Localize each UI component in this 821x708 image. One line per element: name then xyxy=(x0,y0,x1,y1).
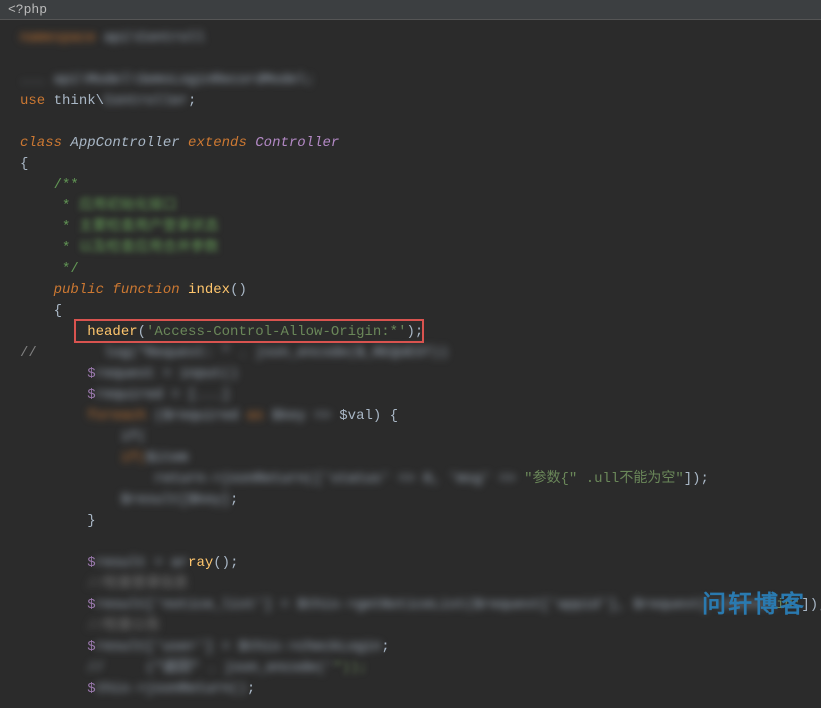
extends-keyword: extends xyxy=(188,135,247,151)
code-line: } xyxy=(20,511,801,532)
code-line: // ("返回" . json_encode('")); xyxy=(20,658,801,679)
watermark-text: 问轩博客 xyxy=(702,584,806,619)
code-line: ... api\Model\SemsLoginRecordModel; xyxy=(20,70,801,91)
namespace-keyword: namespace xyxy=(20,28,104,49)
code-line: $required = [...] xyxy=(20,385,801,406)
code-line: $request = input() xyxy=(20,364,801,385)
code-line: { xyxy=(20,154,801,175)
class-name: AppController xyxy=(62,135,188,151)
code-line: * 应用初始化接口 xyxy=(20,196,801,217)
code-line: namespace api\Controll xyxy=(20,28,801,49)
code-line: $result = array(); xyxy=(20,553,801,574)
code-line: { xyxy=(20,301,801,322)
use-keyword: use xyxy=(20,93,45,109)
header-function: header xyxy=(20,324,138,340)
code-line: foreach ($required as $key => $val) { xyxy=(20,406,801,427)
parent-class: Controller xyxy=(247,135,339,151)
code-line xyxy=(20,532,801,553)
code-editor[interactable]: namespace api\Controll ... api\Model\Sem… xyxy=(0,20,821,708)
code-line-highlighted: header('Access-Control-Allow-Origin:*'); xyxy=(20,322,801,343)
code-line: $result[$key]; xyxy=(20,490,801,511)
code-line: */ xyxy=(20,259,801,280)
class-keyword: class xyxy=(20,135,62,151)
code-line: * 主要检查用户登录状态 xyxy=(20,217,801,238)
php-open-tag: <?php xyxy=(8,2,47,17)
code-line: class AppController extends Controller xyxy=(20,133,801,154)
code-line: return->jsonReturn(['status' => 0, 'msg'… xyxy=(20,469,801,490)
public-keyword: public xyxy=(20,282,104,298)
file-tab-bar: <?php xyxy=(0,0,821,20)
code-line: $result['notice_list'] = $this->getNotic… xyxy=(20,595,801,616)
code-line: //检查登录信息 xyxy=(20,574,801,595)
code-line: $result['user'] = $this->checkLogin; xyxy=(20,637,801,658)
code-line: if($item xyxy=(20,448,801,469)
code-line: * 以及检查应用合并参数 xyxy=(20,238,801,259)
code-line xyxy=(20,49,801,70)
code-line: //检查公告 xyxy=(20,616,801,637)
code-line: $this->jsonReturn(); xyxy=(20,679,801,700)
doc-comment: /** xyxy=(20,177,79,193)
code-line: if( xyxy=(20,427,801,448)
code-line xyxy=(20,112,801,133)
doc-comment-end: */ xyxy=(20,261,79,277)
code-line: /** xyxy=(20,175,801,196)
function-name: index xyxy=(180,282,230,298)
code-line: // log("Request: " . json_encode($_REQUE… xyxy=(20,343,801,364)
code-line: public function index() xyxy=(20,280,801,301)
function-keyword: function xyxy=(104,282,180,298)
cors-header-string: 'Access-Control-Allow-Origin:*' xyxy=(146,324,406,340)
code-line: use think\Controller; xyxy=(20,91,801,112)
